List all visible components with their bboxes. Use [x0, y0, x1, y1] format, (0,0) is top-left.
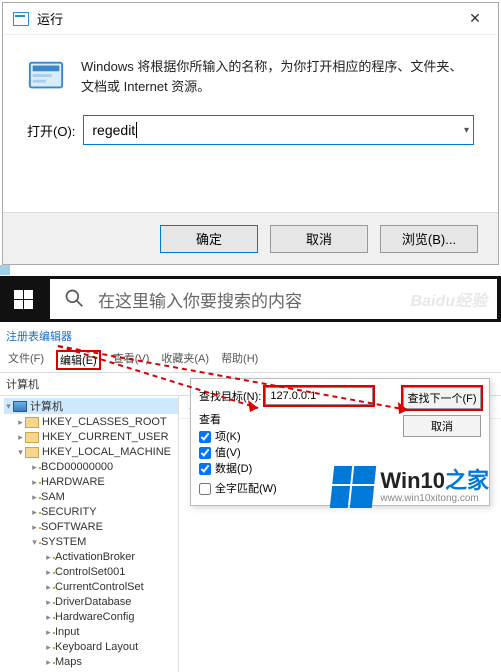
- search-icon: [64, 288, 84, 311]
- tree-item[interactable]: ▸ControlSet001: [4, 565, 178, 580]
- taskbar: 在这里输入你要搜索的内容 Baidu经验: [0, 276, 501, 322]
- open-label: 打开(O):: [27, 121, 75, 140]
- chk-value[interactable]: 值(V): [199, 445, 481, 461]
- menu-help[interactable]: 帮助(H): [221, 350, 258, 370]
- browse-button[interactable]: 浏览(B)...: [380, 225, 478, 253]
- run-description: Windows 将根据你所输入的名称，为你打开相应的程序、文件夹、文档或 Int…: [81, 57, 474, 97]
- run-body: Windows 将根据你所输入的名称，为你打开相应的程序、文件夹、文档或 Int…: [3, 35, 498, 107]
- regedit-menu: 文件(F) 编辑(E) 查看(V) 收藏夹(A) 帮助(H): [0, 348, 501, 373]
- ok-button[interactable]: 确定: [160, 225, 258, 253]
- regedit-title: 注册表编辑器: [0, 324, 501, 348]
- taskbar-search[interactable]: 在这里输入你要搜索的内容 Baidu经验: [50, 279, 497, 319]
- tree-item[interactable]: ▸HKEY_CLASSES_ROOT: [4, 415, 178, 430]
- tree-item[interactable]: ▸DriverDatabase: [4, 595, 178, 610]
- open-input[interactable]: regedit ▾: [83, 115, 474, 145]
- tree-item[interactable]: ▾SYSTEM: [4, 535, 178, 550]
- open-input-value: regedit: [92, 122, 135, 138]
- tree-item[interactable]: ▸Keyboard Layout: [4, 640, 178, 655]
- computer-icon: [13, 401, 27, 412]
- desktop-sliver: [0, 265, 10, 275]
- tree-root[interactable]: ▾计算机: [4, 398, 178, 414]
- find-dialog: 查找目标(N): 查找下一个(F) 取消 查看 项(K) 值(V) 数据(D) …: [190, 378, 490, 506]
- button-row: 确定 取消 浏览(B)...: [3, 212, 498, 264]
- tree-item[interactable]: ▸HKEY_CURRENT_USER: [4, 430, 178, 445]
- text-caret: [136, 122, 137, 138]
- tree-item[interactable]: ▸ActivationBroker: [4, 550, 178, 565]
- find-next-button[interactable]: 查找下一个(F): [403, 387, 481, 409]
- menu-edit[interactable]: 编辑(E): [56, 350, 101, 370]
- menu-view[interactable]: 查看(V): [113, 350, 150, 370]
- folder-icon: [25, 417, 39, 428]
- tree-item[interactable]: ▸SECURITY: [4, 505, 178, 520]
- cancel-button[interactable]: 取消: [270, 225, 368, 253]
- regedit-tree[interactable]: ▾计算机 ▸HKEY_CLASSES_ROOT ▸HKEY_CURRENT_US…: [0, 396, 178, 672]
- chk-whole[interactable]: 全字匹配(W): [199, 481, 481, 497]
- folder-icon: [25, 447, 39, 458]
- chk-data[interactable]: 数据(D): [199, 461, 481, 477]
- start-button[interactable]: [0, 276, 46, 322]
- tree-item[interactable]: ▸Input: [4, 625, 178, 640]
- run-icon: [27, 57, 65, 95]
- window-title: 运行: [37, 9, 454, 28]
- search-placeholder: 在这里输入你要搜索的内容: [98, 287, 302, 312]
- find-cancel-button[interactable]: 取消: [403, 415, 481, 437]
- tree-item[interactable]: ▸SAM: [4, 490, 178, 505]
- run-dialog: 运行 ✕ Windows 将根据你所输入的名称，为你打开相应的程序、文件夹、文档…: [2, 2, 499, 265]
- run-icon-small: [13, 12, 29, 26]
- chevron-down-icon[interactable]: ▾: [464, 125, 469, 136]
- close-button[interactable]: ✕: [454, 4, 496, 34]
- baidu-watermark: Baidu经验: [411, 287, 487, 311]
- title-bar: 运行 ✕: [3, 3, 498, 35]
- tree-item[interactable]: ▸SOFTWARE: [4, 520, 178, 535]
- find-label: 查找目标(N):: [199, 388, 261, 404]
- folder-icon: [25, 432, 39, 443]
- tree-item[interactable]: ▸HARDWARE: [4, 475, 178, 490]
- windows-logo-icon: [14, 290, 33, 309]
- tree-item[interactable]: ▸HardwareConfig: [4, 610, 178, 625]
- tree-item[interactable]: ▸CurrentControlSet: [4, 580, 178, 595]
- menu-file[interactable]: 文件(F): [8, 350, 44, 370]
- open-row: 打开(O): regedit ▾: [3, 107, 498, 145]
- tree-item[interactable]: ▸Maps: [4, 655, 178, 670]
- tree-item[interactable]: ▾HKEY_LOCAL_MACHINE: [4, 445, 178, 460]
- tree-item[interactable]: ▸BCD00000000: [4, 460, 178, 475]
- find-input[interactable]: [265, 387, 373, 405]
- menu-fav[interactable]: 收藏夹(A): [161, 350, 209, 370]
